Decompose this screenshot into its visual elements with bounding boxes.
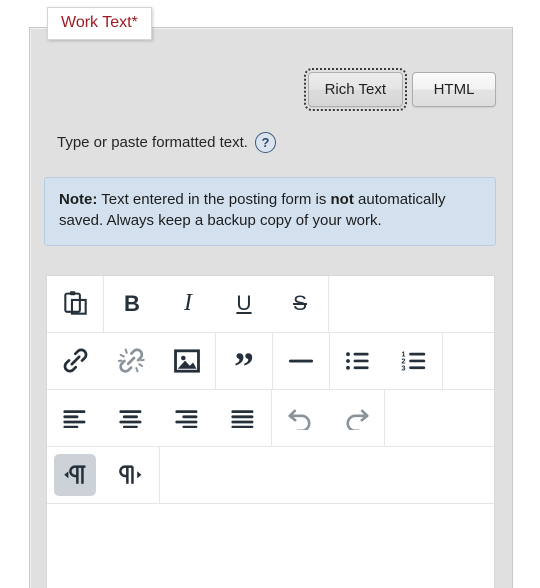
tab-rich-text[interactable]: Rich Text (303, 68, 408, 111)
toolbar-row-4-filler (160, 447, 494, 503)
helper-text: Type or paste formatted text. (57, 134, 248, 151)
numbered-list-button[interactable]: 1 2 3 (386, 333, 442, 388)
align-right-button[interactable] (159, 390, 215, 445)
toolbar-group-lists: 1 2 3 (330, 333, 443, 389)
help-question-icon[interactable]: ? (254, 132, 276, 153)
horizontal-rule-icon (280, 340, 322, 382)
strikethrough-button[interactable]: S (272, 276, 328, 331)
align-left-icon (54, 397, 96, 439)
helper-row: Type or paste formatted text. ? (57, 132, 276, 153)
undo-button[interactable] (272, 390, 328, 445)
toolbar-row-1-filler (329, 276, 494, 332)
align-center-icon (110, 397, 152, 439)
toolbar-group-align (47, 390, 272, 446)
link-button[interactable] (47, 333, 103, 388)
align-justify-button[interactable] (215, 390, 271, 445)
text-direction-ltr-button[interactable] (47, 447, 103, 502)
undo-icon (279, 397, 321, 439)
underline-glyph: U (236, 291, 252, 315)
field-label-work-text: Work Text* (47, 7, 152, 40)
bold-glyph: B (124, 290, 140, 316)
blockquote-button[interactable]: ” (216, 333, 272, 388)
bulleted-list-icon (337, 340, 379, 382)
text-direction-rtl-button[interactable] (103, 447, 159, 502)
italic-icon: I (167, 283, 209, 325)
tab-html[interactable]: HTML (412, 72, 496, 107)
italic-button[interactable]: I (160, 276, 216, 331)
toolbar-group-inline-format: B I U S (104, 276, 329, 332)
toolbar-group-blockquote: ” (216, 333, 273, 389)
editor-mode-toggle: Rich Text HTML (303, 68, 496, 111)
toolbar-group-history (272, 390, 385, 446)
numbered-list-icon: 1 2 3 (393, 340, 435, 382)
image-icon (166, 340, 208, 382)
toolbar-group-clipboard (47, 276, 104, 332)
toolbar-row-2-filler (443, 333, 494, 389)
unlink-button[interactable] (103, 333, 159, 388)
underline-button[interactable]: U (216, 276, 272, 331)
bold-icon: B (111, 283, 153, 325)
redo-button[interactable] (328, 390, 384, 445)
quote-icon: ” (223, 340, 265, 389)
toolbar-row-2: ” 1 2 3 (47, 333, 494, 390)
strikethrough-glyph: S (292, 291, 307, 315)
strikethrough-icon: S (279, 283, 321, 325)
underline-icon: U (223, 283, 265, 325)
work-text-field-panel: Rich Text HTML Type or paste formatted t… (29, 27, 513, 588)
paragraph-rtl-icon (110, 454, 152, 496)
rich-text-content-area[interactable] (47, 504, 494, 588)
rich-text-editor: B I U S ” 1 2 3 (46, 275, 495, 588)
toolbar-group-insert (47, 333, 216, 389)
note-emphasis: not (330, 191, 354, 208)
paste-icon (54, 283, 96, 325)
note-body-1: Text entered in the posting form is (97, 191, 331, 208)
bulleted-list-button[interactable] (330, 333, 386, 388)
image-button[interactable] (159, 333, 215, 388)
toolbar-row-3-filler (385, 390, 494, 446)
align-center-button[interactable] (103, 390, 159, 445)
italic-glyph: I (184, 290, 192, 316)
note-callout: Note: Text entered in the posting form i… (44, 177, 496, 246)
toolbar-row-3 (47, 390, 494, 447)
paragraph-ltr-icon (54, 453, 96, 496)
toolbar-group-direction (47, 447, 160, 503)
horizontal-rule-button[interactable] (273, 333, 329, 388)
bold-button[interactable]: B (104, 276, 160, 331)
paste-button[interactable] (47, 276, 103, 331)
align-justify-icon (222, 397, 264, 439)
toolbar-row-4 (47, 447, 494, 504)
note-lead: Note: (59, 191, 98, 208)
toolbar-row-1: B I U S (47, 276, 494, 333)
link-icon (54, 340, 96, 382)
align-left-button[interactable] (47, 390, 103, 445)
svg-text:3: 3 (401, 363, 405, 372)
redo-icon (335, 397, 377, 439)
toolbar-group-rule (273, 333, 330, 389)
unlink-icon (110, 340, 152, 382)
align-right-icon (166, 397, 208, 439)
quote-glyph: ” (234, 343, 254, 389)
